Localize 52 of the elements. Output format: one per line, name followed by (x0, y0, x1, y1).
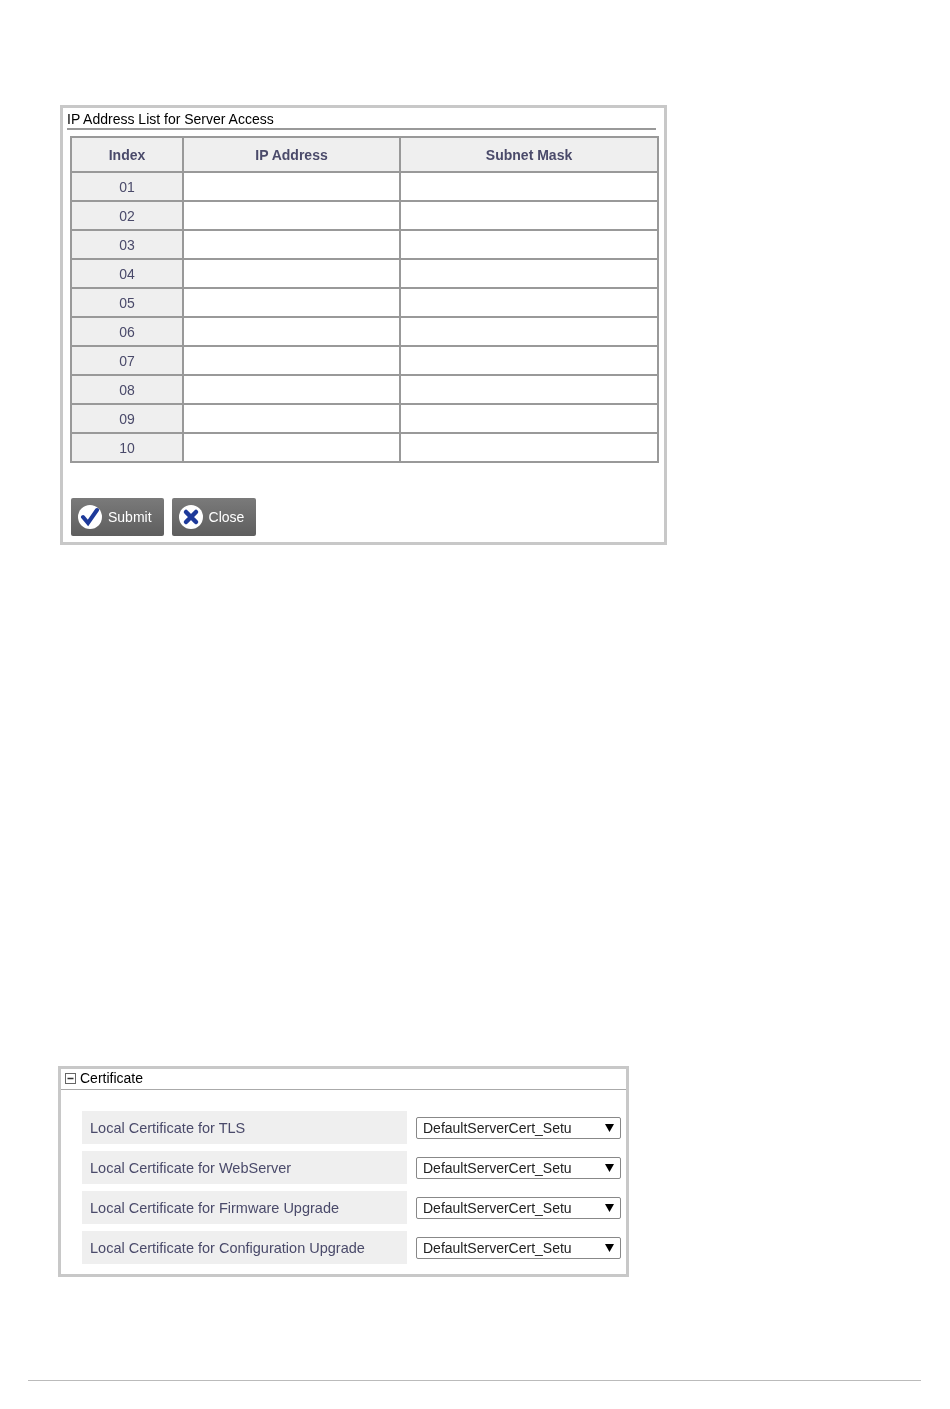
column-header: Subnet Mask (400, 137, 658, 172)
subnet-mask-cell[interactable] (400, 346, 658, 375)
field-label: Local Certificate for TLS (82, 1111, 407, 1144)
subnet-mask-cell[interactable] (400, 317, 658, 346)
subnet-mask-cell[interactable] (400, 201, 658, 230)
close-icon (177, 504, 204, 530)
ip-address-cell[interactable] (183, 230, 401, 259)
index-cell: 10 (71, 433, 183, 462)
index-cell: 01 (71, 172, 183, 201)
close-button[interactable]: Close (171, 498, 257, 536)
index-cell: 02 (71, 201, 183, 230)
collapse-icon[interactable] (65, 1073, 76, 1084)
submit-button[interactable]: Submit (71, 498, 164, 536)
subnet-mask-cell[interactable] (400, 172, 658, 201)
ip-address-cell[interactable] (183, 288, 401, 317)
index-cell: 03 (71, 230, 183, 259)
subnet-mask-cell[interactable] (400, 404, 658, 433)
certificate-dropdown[interactable]: DefaultServerCert_Setu (416, 1116, 621, 1139)
column-header: Index (71, 137, 183, 172)
index-cell: 06 (71, 317, 183, 346)
ip-address-cell[interactable] (183, 404, 401, 433)
ip-address-cell[interactable] (183, 433, 401, 462)
ip-address-cell[interactable] (183, 346, 401, 375)
subnet-mask-cell[interactable] (400, 259, 658, 288)
field-label: Local Certificate for WebServer (82, 1151, 407, 1184)
certificate-dropdown[interactable]: DefaultServerCert_Setu (416, 1236, 621, 1259)
dropdown-arrow-icon (605, 1203, 614, 1212)
certificate-dropdown[interactable]: DefaultServerCert_Setu (416, 1196, 621, 1219)
index-cell: 08 (71, 375, 183, 404)
field-label: Local Certificate for Configuration Upgrade (82, 1231, 407, 1264)
dropdown-arrow-icon (605, 1243, 614, 1252)
subnet-mask-cell[interactable] (400, 288, 658, 317)
ip-address-cell[interactable] (183, 172, 401, 201)
subnet-mask-cell[interactable] (400, 230, 658, 259)
index-cell: 09 (71, 404, 183, 433)
subnet-mask-cell[interactable] (400, 433, 658, 462)
index-cell: 04 (71, 259, 183, 288)
index-cell: 07 (71, 346, 183, 375)
certificate-dropdown[interactable]: DefaultServerCert_Setu (416, 1156, 621, 1179)
ip-address-cell[interactable] (183, 201, 401, 230)
column-header: IP Address (183, 137, 401, 172)
ip-address-cell[interactable] (183, 317, 401, 346)
ip-address-cell[interactable] (183, 259, 401, 288)
dropdown-arrow-icon (605, 1163, 614, 1172)
subnet-mask-cell[interactable] (400, 375, 658, 404)
index-cell: 05 (71, 288, 183, 317)
field-label: Local Certificate for Firmware Upgrade (82, 1191, 407, 1224)
checkmark-icon (77, 504, 103, 530)
panel-title: IP Address List for Server Access (67, 110, 656, 130)
dropdown-arrow-icon (605, 1123, 614, 1132)
section-title: Certificate (80, 1070, 144, 1087)
ip-address-cell[interactable] (183, 375, 401, 404)
